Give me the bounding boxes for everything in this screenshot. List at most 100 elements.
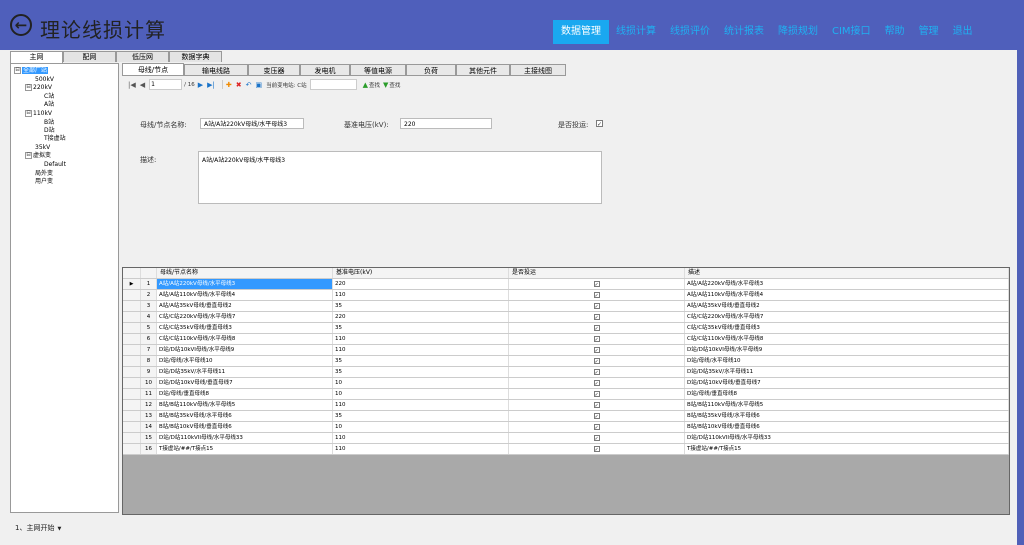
collapse-icon[interactable]: ⊟	[25, 152, 32, 159]
cell-base-voltage[interactable]: 110	[333, 400, 509, 410]
cell-in-service[interactable]: ✓	[509, 279, 685, 289]
table-row[interactable]: ▶ 1 A站/A站220kV母线/水平母线3 220 ✓ A站/A站220kV母线/水平母…	[123, 279, 1009, 290]
cell-in-service[interactable]: ✓	[509, 312, 685, 322]
cell-in-service[interactable]: ✓	[509, 422, 685, 432]
cell-description[interactable]: A站/A站110kV母线/水平母线4	[685, 290, 1009, 300]
cell-description[interactable]: D站/D站35kV/水平母线11	[685, 367, 1009, 377]
cell-base-voltage[interactable]: 10	[333, 378, 509, 388]
cell-base-voltage[interactable]: 35	[333, 301, 509, 311]
tree-node-35kv[interactable]: 35kV	[35, 144, 50, 152]
in-service-checkbox[interactable]: ✓	[593, 413, 600, 420]
cell-bus-name[interactable]: D站/母线/水平母线10	[157, 356, 333, 366]
bus-name-input[interactable]: A站/A站220kV母线/水平母线3	[200, 118, 304, 129]
cell-base-voltage[interactable]: 110	[333, 433, 509, 443]
last-record-icon[interactable]: ▶|	[207, 81, 215, 89]
tree-node-t-virtual-station[interactable]: T接虚站	[44, 135, 66, 143]
tab-data-dictionary[interactable]: 数据字典	[169, 51, 222, 62]
in-service-checkbox[interactable]: ✓	[593, 424, 600, 431]
collapse-icon[interactable]: ⊟	[25, 110, 32, 117]
base-voltage-input[interactable]: 220	[400, 118, 492, 129]
tab-transformer[interactable]: 变压器	[248, 64, 300, 76]
collapse-icon[interactable]: ⊟	[25, 84, 32, 91]
in-service-checkbox[interactable]: ✓	[593, 402, 600, 409]
table-row[interactable]: 13 B站/B站35kV母线/水平母线6 35 ✓ B站/B站35kV母线/水平母线6	[123, 411, 1009, 422]
table-row[interactable]: 10 D站/D站10kV母线/垂直母线7 10 ✓ D站/D站10kV母线/垂直母线7	[123, 378, 1009, 389]
back-icon[interactable]: ←	[10, 14, 32, 36]
cell-base-voltage[interactable]: 35	[333, 367, 509, 377]
cell-in-service[interactable]: ✓	[509, 356, 685, 366]
cell-in-service[interactable]: ✓	[509, 345, 685, 355]
cell-description[interactable]: B站/B站10kV母线/垂直母线6	[685, 422, 1009, 432]
cell-base-voltage[interactable]: 35	[333, 323, 509, 333]
cell-base-voltage[interactable]: 10	[333, 422, 509, 432]
cell-description[interactable]: D站/母线/水平母线10	[685, 356, 1009, 366]
table-row[interactable]: 11 D站/母线/垂直母线8 10 ✓ D站/母线/垂直母线8	[123, 389, 1009, 400]
col-header-in-service[interactable]: 是否投运	[509, 268, 685, 278]
save-icon[interactable]: ▣	[256, 81, 263, 89]
in-service-checkbox[interactable]: ✓	[593, 314, 600, 321]
in-service-checkbox[interactable]: ✓	[593, 435, 600, 442]
col-header-bus-name[interactable]: 母线/节点名称	[157, 268, 333, 278]
nav-data-management[interactable]: 数据管理	[553, 20, 609, 44]
tab-main-wiring-diagram[interactable]: 主接线图	[510, 64, 566, 76]
cell-description[interactable]: D站/D站110kVII母线/水平母线33	[685, 433, 1009, 443]
nav-admin[interactable]: 管理	[912, 22, 946, 42]
in-service-checkbox[interactable]: ✓	[593, 358, 600, 365]
in-service-checkbox[interactable]: ✓	[593, 336, 600, 343]
in-service-checkbox[interactable]: ✓	[593, 380, 600, 387]
table-row[interactable]: 2 A站/A站110kV母线/水平母线4 110 ✓ A站/A站110kV母线/水平母线…	[123, 290, 1009, 301]
cell-in-service[interactable]: ✓	[509, 433, 685, 443]
description-textarea[interactable]: A站/A站220kV母线/水平母线3	[198, 151, 602, 204]
next-record-icon[interactable]: ▶	[198, 81, 203, 89]
table-row[interactable]: 5 C站/C站35kV母线/垂直母线3 35 ✓ C站/C站35kV母线/垂直母线3	[123, 323, 1009, 334]
find-down-icon[interactable]: ▼	[383, 81, 388, 89]
tab-distribution-grid[interactable]: 配网	[63, 51, 116, 62]
cell-description[interactable]: C站/C站220kV母线/水平母线7	[685, 312, 1009, 322]
table-row[interactable]: 14 B站/B站10kV母线/垂直母线6 10 ✓ B站/B站10kV母线/垂直母线6	[123, 422, 1009, 433]
cell-bus-name[interactable]: C站/C站110kV母线/水平母线8	[157, 334, 333, 344]
cell-bus-name[interactable]: A站/A站35kV母线/垂直母线2	[157, 301, 333, 311]
cell-description[interactable]: B站/B站110kV母线/水平母线5	[685, 400, 1009, 410]
cell-in-service[interactable]: ✓	[509, 367, 685, 377]
cell-bus-name[interactable]: D站/D站10kVI母线/水平母线9	[157, 345, 333, 355]
tree-node-station-d[interactable]: D站	[44, 127, 55, 135]
cell-in-service[interactable]: ✓	[509, 378, 685, 388]
in-service-checkbox[interactable]: ✓	[593, 325, 600, 332]
cell-in-service[interactable]: ✓	[509, 301, 685, 311]
cell-bus-name[interactable]: B站/B站35kV母线/水平母线6	[157, 411, 333, 421]
station-field[interactable]	[309, 79, 357, 90]
find-up-icon[interactable]: ▲	[363, 81, 368, 89]
col-header-base-voltage[interactable]: 基准电压(kV)	[333, 268, 509, 278]
cell-bus-name[interactable]: C站/C站35kV母线/垂直母线3	[157, 323, 333, 333]
delete-icon[interactable]: ✖	[236, 81, 242, 89]
cell-bus-name[interactable]: B站/B站10kV母线/垂直母线6	[157, 422, 333, 432]
cell-bus-name[interactable]: B站/B站110kV母线/水平母线5	[157, 400, 333, 410]
collapse-icon[interactable]: ⊟	[14, 67, 21, 74]
table-row[interactable]: 8 D站/母线/水平母线10 35 ✓ D站/母线/水平母线10	[123, 356, 1009, 367]
tree-node-station-a[interactable]: A站	[44, 101, 54, 109]
cell-in-service[interactable]: ✓	[509, 400, 685, 410]
tree-node-external-transformer[interactable]: 局外变	[35, 170, 53, 178]
cell-bus-name[interactable]: A站/A站220kV母线/水平母线3	[157, 279, 333, 289]
cell-description[interactable]: C站/C站110kV母线/水平母线8	[685, 334, 1009, 344]
cell-description[interactable]: B站/B站35kV母线/水平母线6	[685, 411, 1009, 421]
cell-base-voltage[interactable]: 10	[333, 389, 509, 399]
tab-load[interactable]: 负荷	[406, 64, 456, 76]
table-row[interactable]: 9 D站/D站35kV/水平母线11 35 ✓ D站/D站35kV/水平母线11	[123, 367, 1009, 378]
in-service-checkbox[interactable]: ✓	[593, 391, 600, 398]
nav-help[interactable]: 帮助	[878, 22, 912, 42]
tab-generator[interactable]: 发电机	[300, 64, 350, 76]
tree-node-default[interactable]: Default	[44, 161, 66, 169]
cell-base-voltage[interactable]: 35	[333, 356, 509, 366]
cell-bus-name[interactable]: C站/C站220kV母线/水平母线7	[157, 312, 333, 322]
cell-base-voltage[interactable]: 220	[333, 312, 509, 322]
cell-in-service[interactable]: ✓	[509, 389, 685, 399]
tab-low-voltage-grid[interactable]: 低压网	[116, 51, 169, 62]
cell-bus-name[interactable]: D站/D站110kVII母线/水平母线33	[157, 433, 333, 443]
cell-in-service[interactable]: ✓	[509, 411, 685, 421]
tree-node-500kv[interactable]: 500kV	[35, 76, 54, 84]
table-row[interactable]: 3 A站/A站35kV母线/垂直母线2 35 ✓ A站/A站35kV母线/垂直母线2	[123, 301, 1009, 312]
cell-base-voltage[interactable]: 110	[333, 290, 509, 300]
in-service-checkbox[interactable]: ✓	[593, 292, 600, 299]
undo-icon[interactable]: ↶	[246, 81, 252, 89]
